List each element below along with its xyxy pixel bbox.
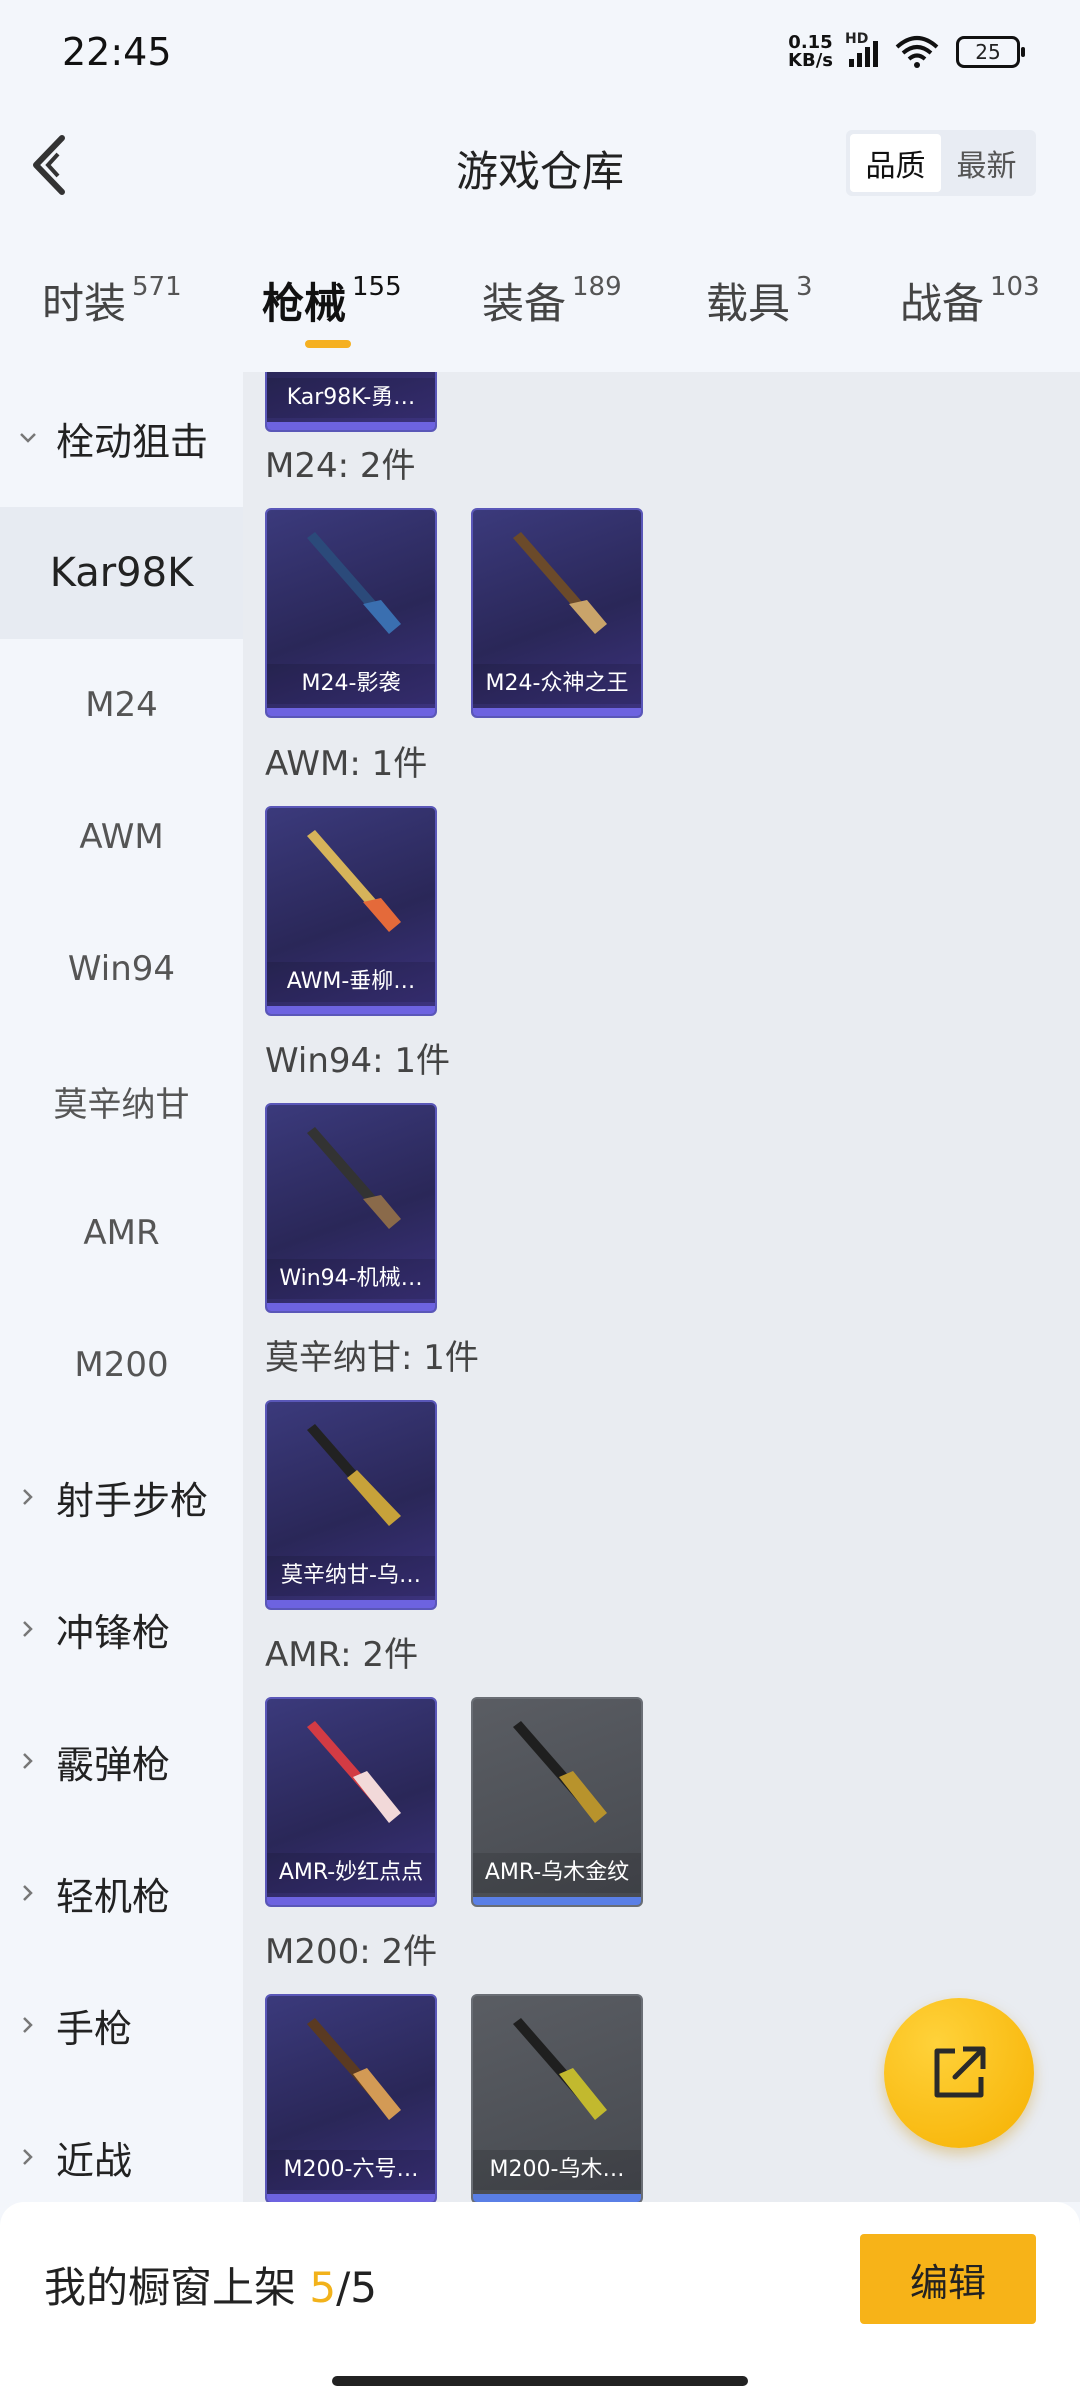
chevron-right-icon <box>23 2017 33 2033</box>
rifle-image <box>307 1424 401 1526</box>
sort-toggle: 品质 最新 <box>846 130 1036 196</box>
sidebar-item-m200[interactable]: M200 <box>0 1299 243 1431</box>
category-tabs: 时装 571 枪械 155 装备 189 载具 3 战备 103 <box>0 250 1080 360</box>
sidebar-group-dmr[interactable]: 射手步枪 <box>0 1431 243 1563</box>
sidebar-group-smg[interactable]: 冲锋枪 <box>0 1563 243 1695</box>
status-icons: 0.15 KB/s HD 25 <box>788 31 1025 71</box>
rifle-image <box>307 1721 401 1823</box>
weapon-group-title: Win94: 1件 <box>265 1041 451 1081</box>
weapon-group-title: M200: 2件 <box>265 1932 438 1972</box>
status-bar: 22:45 0.15 KB/s HD 25 <box>0 0 1080 110</box>
weapon-group-title: AWM: 1件 <box>265 744 428 784</box>
home-indicator <box>332 2376 748 2386</box>
skin-card[interactable]: M24-众神之王 <box>471 508 643 718</box>
sidebar-item-m24[interactable]: M24 <box>0 639 243 771</box>
sidebar-group-shotgun[interactable]: 霰弹枪 <box>0 1695 243 1827</box>
tab-equipment[interactable]: 装备 189 <box>482 270 622 331</box>
rifle-image <box>513 1721 607 1823</box>
active-tab-indicator <box>305 340 351 348</box>
edit-button[interactable]: 编辑 <box>860 2234 1036 2324</box>
tab-combat-supplies[interactable]: 战备 103 <box>900 270 1040 331</box>
weapon-group-title: M24: 2件 <box>265 446 416 486</box>
tab-guns[interactable]: 枪械 155 <box>262 270 402 331</box>
skin-card-label: Win94-机械… <box>267 1259 435 1299</box>
skin-card-label: M200-乌木… <box>473 2150 641 2190</box>
skin-card-label: AWM-垂柳… <box>267 962 435 1002</box>
skin-card[interactable]: AWM-垂柳… <box>265 806 437 1016</box>
battery-icon: 25 <box>956 36 1025 68</box>
network-speed: 0.15 KB/s <box>788 32 833 71</box>
chevron-down-icon <box>20 433 36 443</box>
skin-card-label: M24-影袭 <box>267 664 435 704</box>
shelf-current-count: 5 <box>309 2263 337 2312</box>
skin-card[interactable]: AMR-妙红点点 <box>265 1697 437 1907</box>
skin-card-label: M200-六号… <box>267 2150 435 2190</box>
weapon-group-title: 莫辛纳甘: 1件 <box>265 1338 479 1378</box>
share-fab-button[interactable] <box>884 1998 1034 2148</box>
weapon-grid: Kar98K-勇… M24: 2件 M24-影袭 M24-众神之王 AWM: 1… <box>243 372 1080 2202</box>
share-icon <box>934 2046 986 2098</box>
rifle-image <box>513 2018 607 2120</box>
header: 游戏仓库 品质 最新 <box>0 110 1080 220</box>
status-time: 22:45 <box>62 30 172 74</box>
rifle-image <box>307 830 401 932</box>
skin-card[interactable]: M24-影袭 <box>265 508 437 718</box>
skin-card-label: AMR-乌木金纹 <box>473 1853 641 1893</box>
rifle-image <box>307 1127 401 1229</box>
chevron-right-icon <box>23 1885 33 1901</box>
chevron-right-icon <box>23 1621 33 1637</box>
skin-card[interactable]: M200-乌木… <box>471 1994 643 2202</box>
chevron-right-icon <box>23 2149 33 2165</box>
sidebar-item-amr[interactable]: AMR <box>0 1167 243 1299</box>
weapon-group-title: AMR: 2件 <box>265 1635 419 1675</box>
tab-vehicles[interactable]: 载具 3 <box>706 270 813 331</box>
sidebar-group-lmg[interactable]: 轻机枪 <box>0 1827 243 1959</box>
weapon-category-sidebar: 栓动狙击 Kar98K M24 AWM Win94 莫辛纳甘 AMR M200 … <box>0 372 243 2202</box>
skin-card[interactable]: 莫辛纳甘-乌… <box>265 1400 437 1610</box>
sort-latest-button[interactable]: 最新 <box>941 134 1032 192</box>
cell-signal-icon: HD <box>845 31 878 67</box>
shelf-bottom-bar: 我的橱窗上架 5/5 编辑 <box>0 2202 1080 2400</box>
chevron-right-icon <box>23 1489 33 1505</box>
sidebar-group-pistol[interactable]: 手枪 <box>0 1959 243 2091</box>
shelf-total-count: 5 <box>350 2263 377 2312</box>
rifle-image <box>513 532 607 634</box>
rifle-image <box>307 2018 401 2120</box>
sort-quality-button[interactable]: 品质 <box>850 134 941 192</box>
skin-card-label: Kar98K-勇… <box>267 378 435 418</box>
sidebar-item-awm[interactable]: AWM <box>0 771 243 903</box>
skin-card-label: AMR-妙红点点 <box>267 1853 435 1893</box>
sidebar-item-mosin[interactable]: 莫辛纳甘 <box>0 1035 243 1167</box>
skin-card[interactable]: Win94-机械… <box>265 1103 437 1313</box>
sidebar-item-kar98k[interactable]: Kar98K <box>0 507 243 639</box>
skin-card-label: M24-众神之王 <box>473 664 641 704</box>
sidebar-group-melee[interactable]: 近战 <box>0 2091 243 2202</box>
sidebar-group-bolt-action[interactable]: 栓动狙击 <box>0 372 243 504</box>
tab-fashion[interactable]: 时装 571 <box>42 270 182 331</box>
wifi-icon <box>895 36 939 68</box>
skin-card[interactable]: AMR-乌木金纹 <box>471 1697 643 1907</box>
skin-card[interactable]: M200-六号… <box>265 1994 437 2202</box>
sidebar-item-win94[interactable]: Win94 <box>0 903 243 1035</box>
rifle-image <box>307 532 401 634</box>
skin-card-label: 莫辛纳甘-乌… <box>267 1556 435 1596</box>
shelf-status: 我的橱窗上架 5/5 <box>44 2263 377 2312</box>
chevron-right-icon <box>23 1753 33 1769</box>
skin-card[interactable]: Kar98K-勇… <box>265 372 437 432</box>
